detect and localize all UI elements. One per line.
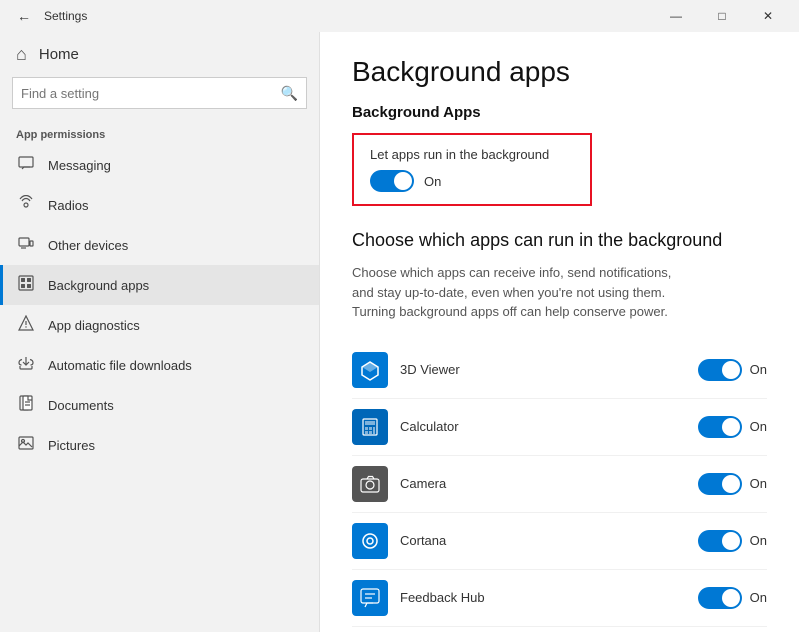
other-devices-icon — [16, 235, 36, 255]
calculator-icon — [352, 409, 388, 445]
background-apps-icon — [16, 275, 36, 295]
sidebar: ⌂ Home 🔍 App permissions Messaging Radio… — [0, 32, 320, 632]
page-title: Background apps — [352, 56, 767, 88]
cortana-name: Cortana — [400, 533, 686, 548]
home-label: Home — [39, 46, 79, 63]
maximize-button[interactable]: □ — [699, 0, 745, 32]
table-row: Calculator On — [352, 399, 767, 456]
sidebar-item-messaging[interactable]: Messaging — [0, 145, 319, 185]
sidebar-item-background-apps[interactable]: Background apps — [0, 265, 319, 305]
radios-label: Radios — [48, 198, 88, 213]
background-toggle[interactable] — [370, 170, 414, 192]
sidebar-item-other-devices[interactable]: Other devices — [0, 225, 319, 265]
close-button[interactable]: ✕ — [745, 0, 791, 32]
toggle-state: On — [424, 174, 441, 189]
cortana-toggle-row: On — [698, 530, 767, 552]
documents-icon — [16, 395, 36, 415]
cortana-toggle[interactable] — [698, 530, 742, 552]
auto-downloads-label: Automatic file downloads — [48, 358, 192, 373]
table-row: 3D Viewer On — [352, 342, 767, 399]
feedback-hub-toggle[interactable] — [698, 587, 742, 609]
toggle-row: On — [370, 170, 574, 192]
app-diagnostics-icon — [16, 315, 36, 335]
window-controls: — □ ✕ — [653, 0, 791, 32]
sidebar-item-auto-downloads[interactable]: Automatic file downloads — [0, 345, 319, 385]
minimize-button[interactable]: — — [653, 0, 699, 32]
search-input[interactable] — [21, 86, 281, 101]
sidebar-item-pictures[interactable]: Pictures — [0, 425, 319, 465]
home-icon: ⌂ — [16, 44, 27, 65]
title-bar: ← Settings — □ ✕ — [0, 0, 799, 32]
cortana-icon — [352, 523, 388, 559]
calculator-state: On — [750, 419, 767, 434]
other-devices-label: Other devices — [48, 238, 128, 253]
messaging-label: Messaging — [48, 158, 111, 173]
sidebar-item-radios[interactable]: Radios — [0, 185, 319, 225]
camera-toggle[interactable] — [698, 473, 742, 495]
feedback-hub-icon — [352, 580, 388, 616]
pictures-icon — [16, 435, 36, 455]
table-row: Cortana On — [352, 513, 767, 570]
3d-viewer-state: On — [750, 362, 767, 377]
feedback-hub-toggle-row: On — [698, 587, 767, 609]
3d-viewer-toggle-row: On — [698, 359, 767, 381]
app-diagnostics-label: App diagnostics — [48, 318, 140, 333]
feedback-hub-name: Feedback Hub — [400, 590, 686, 605]
window-title: Settings — [44, 9, 87, 23]
sidebar-section-title: App permissions — [0, 121, 319, 145]
radios-icon — [16, 195, 36, 215]
table-row: Feedback Hub On — [352, 570, 767, 627]
sidebar-item-documents[interactable]: Documents — [0, 385, 319, 425]
cortana-state: On — [750, 533, 767, 548]
sidebar-home-item[interactable]: ⌂ Home — [0, 32, 319, 73]
app-content: ⌂ Home 🔍 App permissions Messaging Radio… — [0, 32, 799, 632]
sidebar-item-app-diagnostics[interactable]: App diagnostics — [0, 305, 319, 345]
toggle-label: Let apps run in the background — [370, 147, 574, 162]
camera-icon — [352, 466, 388, 502]
app-list: 3D Viewer On Calculator On — [352, 342, 767, 627]
camera-toggle-row: On — [698, 473, 767, 495]
main-panel: Background apps Background Apps Let apps… — [320, 32, 799, 632]
search-icon: 🔍 — [281, 85, 298, 102]
auto-downloads-icon — [16, 355, 36, 375]
back-button[interactable]: ← — [8, 0, 40, 32]
camera-name: Camera — [400, 476, 686, 491]
camera-state: On — [750, 476, 767, 491]
3d-viewer-toggle[interactable] — [698, 359, 742, 381]
documents-label: Documents — [48, 398, 114, 413]
calculator-toggle-row: On — [698, 416, 767, 438]
section-title: Background Apps — [352, 104, 767, 121]
choose-description: Choose which apps can receive info, send… — [352, 263, 692, 322]
table-row: Camera On — [352, 456, 767, 513]
pictures-label: Pictures — [48, 438, 95, 453]
3d-viewer-name: 3D Viewer — [400, 362, 686, 377]
messaging-icon — [16, 155, 36, 175]
calculator-toggle[interactable] — [698, 416, 742, 438]
feedback-hub-state: On — [750, 590, 767, 605]
choose-section-title: Choose which apps can run in the backgro… — [352, 230, 767, 251]
calculator-name: Calculator — [400, 419, 686, 434]
background-apps-label: Background apps — [48, 278, 149, 293]
3d-viewer-icon — [352, 352, 388, 388]
background-toggle-section: Let apps run in the background On — [352, 133, 592, 206]
search-box[interactable]: 🔍 — [12, 77, 307, 109]
